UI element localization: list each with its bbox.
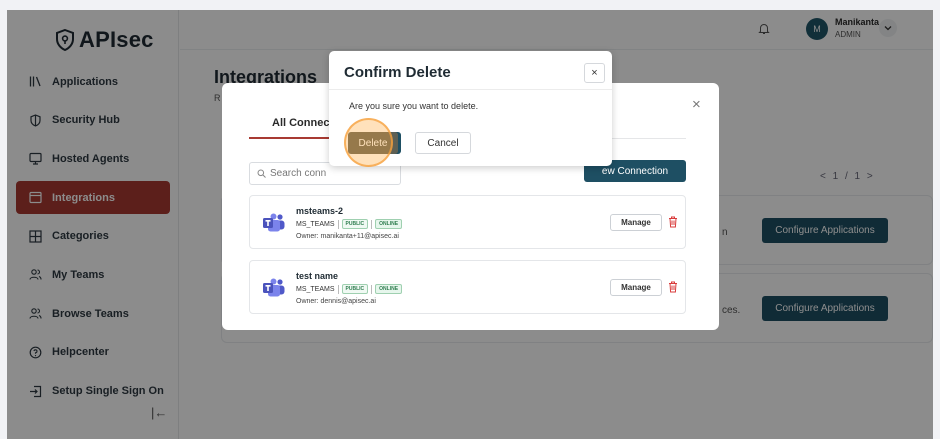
ms-teams-icon (262, 278, 286, 303)
connection-type: MS_TEAMS (296, 285, 335, 293)
search-placeholder: Search conn (270, 168, 327, 179)
app-window: APIsec Applications Security Hub Hosted … (7, 10, 933, 439)
click-highlight (344, 118, 393, 167)
connection-type: MS_TEAMS (296, 220, 335, 228)
connection-tags: MS_TEAMS PUBLIC ONLINE (296, 219, 403, 229)
trash-icon[interactable] (668, 280, 678, 298)
close-button[interactable]: × (584, 63, 605, 83)
manage-button[interactable]: Manage (610, 214, 662, 231)
close-icon[interactable]: × (692, 96, 701, 113)
connection-name: test name (296, 271, 339, 281)
dialog-message: Are you sure you want to delete. (349, 101, 479, 111)
divider (371, 219, 373, 229)
dialog-title: Confirm Delete (344, 64, 451, 81)
connection-tags: MS_TEAMS PUBLIC ONLINE (296, 284, 403, 294)
dialog-divider (329, 89, 612, 90)
cancel-button[interactable]: Cancel (415, 132, 471, 154)
divider (371, 284, 373, 294)
confirm-delete-dialog: Confirm Delete × Are you sure you want t… (329, 51, 612, 167)
connection-owner: Owner: manikanta+11@apisec.ai (296, 233, 399, 240)
ms-teams-icon (262, 213, 286, 238)
connection-owner: Owner: dennis@apisec.ai (296, 298, 376, 305)
status-badge: ONLINE (375, 219, 403, 229)
visibility-badge: PUBLIC (341, 284, 369, 294)
divider (337, 284, 339, 294)
manage-button[interactable]: Manage (610, 279, 662, 296)
tab-all-connections[interactable]: All Connect (272, 117, 333, 129)
connection-name: msteams-2 (296, 206, 344, 216)
search-icon (257, 169, 266, 178)
trash-icon[interactable] (668, 215, 678, 233)
divider (337, 219, 339, 229)
visibility-badge: PUBLIC (341, 219, 369, 229)
status-badge: ONLINE (375, 284, 403, 294)
active-tab-indicator (249, 137, 335, 139)
connection-row: test name MS_TEAMS PUBLIC ONLINE Owner: … (249, 260, 686, 314)
connection-row: msteams-2 MS_TEAMS PUBLIC ONLINE Owner: … (249, 195, 686, 249)
